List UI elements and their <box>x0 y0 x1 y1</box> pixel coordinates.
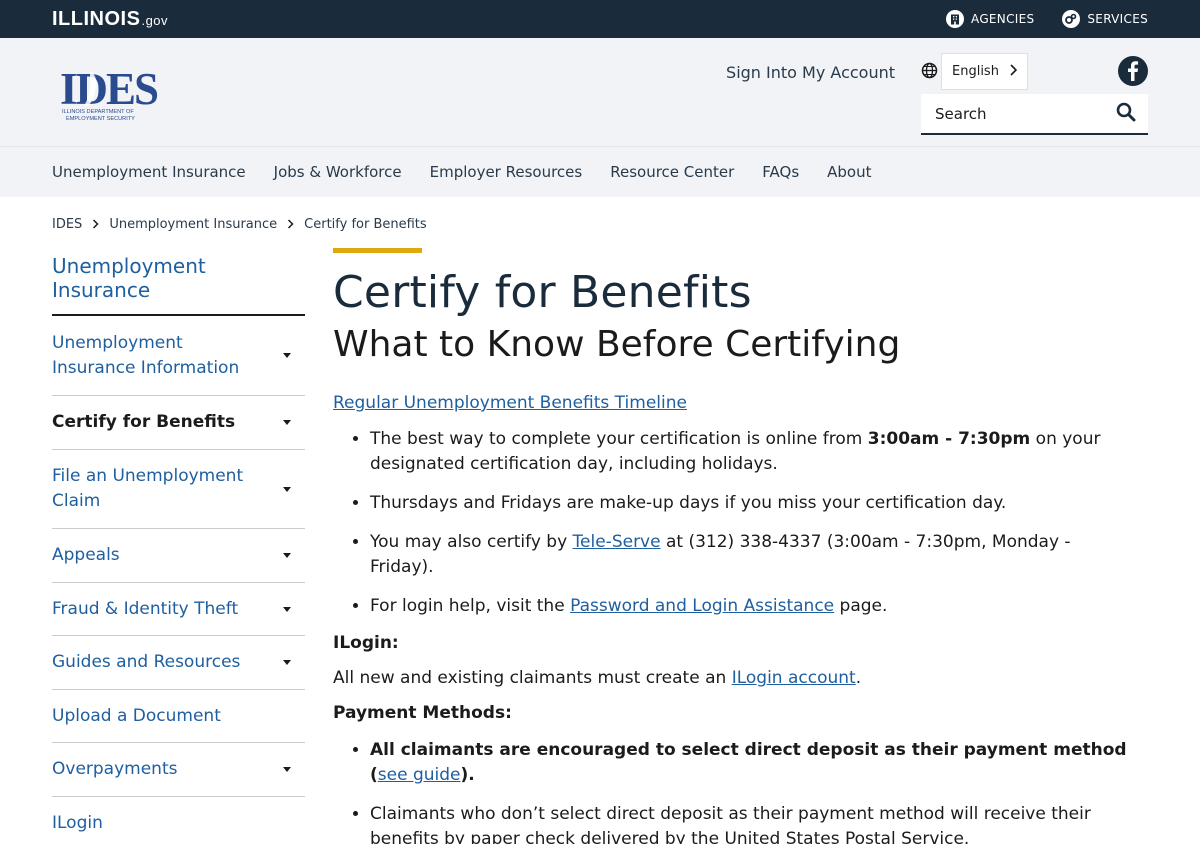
breadcrumb-unemployment-insurance[interactable]: Unemployment Insurance <box>109 217 277 232</box>
page-subtitle: What to Know Before Certifying <box>333 324 901 365</box>
search-icon[interactable] <box>1116 102 1136 126</box>
list-item: Claimants who don’t select direct deposi… <box>370 802 1133 844</box>
breadcrumb-ides[interactable]: IDES <box>52 217 82 232</box>
services-label: SERVICES <box>1087 12 1148 26</box>
bullet-text: The best way to complete your certificat… <box>370 429 868 449</box>
sidebar-item-label: File an Unemployment Claim <box>52 466 244 511</box>
services-link[interactable]: SERVICES <box>1062 10 1148 28</box>
sidebar-item-guides-resources[interactable]: Guides and Resources <box>52 636 305 690</box>
nav-unemployment-insurance[interactable]: Unemployment Insurance <box>52 163 246 181</box>
language-label: English <box>952 64 999 79</box>
paragraph-text: . <box>855 668 862 688</box>
nav-about[interactable]: About <box>827 163 871 181</box>
main-nav: Unemployment Insurance Jobs & Workforce … <box>0 146 1200 197</box>
title-accent-bar <box>333 248 422 253</box>
caret-down-icon[interactable] <box>283 606 291 612</box>
page-title: Certify for Benefits <box>333 267 752 318</box>
search-input[interactable] <box>935 104 1105 123</box>
tele-serve-link[interactable]: Tele-Serve <box>573 532 661 552</box>
sidebar-item-overpayments[interactable]: Overpayments <box>52 743 305 797</box>
site-header: IDES ILLINOIS DEPARTMENT OF EMPLOYMENT S… <box>0 38 1200 146</box>
caret-down-icon[interactable] <box>283 660 291 665</box>
illinois-gov-logo[interactable]: ILLINOIS .gov <box>52 8 168 31</box>
paragraph-text: All new and existing claimants must crea… <box>333 668 732 688</box>
caret-down-icon[interactable] <box>283 486 291 492</box>
sidebar-item-label: Appeals <box>52 545 120 565</box>
chevron-right-icon <box>287 218 294 232</box>
sidebar-item-label: Fraud & Identity Theft <box>52 598 239 619</box>
sidebar-item-label: ILogin <box>52 812 103 833</box>
top-bar: ILLINOIS .gov AGENCIES SERVICES <box>0 0 1200 38</box>
side-nav-title[interactable]: Unemployment Insurance <box>52 254 305 316</box>
sidebar-item-appeals[interactable]: Appeals <box>52 529 305 583</box>
sign-in-link[interactable]: Sign Into My Account <box>726 63 895 82</box>
brand-suffix: .gov <box>141 12 169 28</box>
timeline-link[interactable]: Regular Unemployment Benefits Timeline <box>333 393 687 413</box>
facebook-icon[interactable] <box>1118 56 1148 86</box>
list-item: You may also certify by Tele-Serve at (3… <box>370 530 1133 580</box>
svg-text:EMPLOYMENT SECURITY: EMPLOYMENT SECURITY <box>66 116 135 122</box>
sidebar-item-label: Certify for Benefits <box>52 412 236 432</box>
ilogin-paragraph: All new and existing claimants must crea… <box>333 668 1133 688</box>
search-box <box>921 94 1148 135</box>
sidebar-item-label: Guides and Resources <box>52 652 241 672</box>
caret-down-icon[interactable] <box>283 553 291 558</box>
list-item: Thursdays and Fridays are make-up days i… <box>370 491 1133 516</box>
brand-text: ILLINOIS <box>52 7 141 30</box>
bullet-text: For login help, visit the <box>370 596 571 616</box>
svg-text:ILLINOIS DEPARTMENT OF: ILLINOIS DEPARTMENT OF <box>62 109 134 115</box>
certify-info-list: The best way to complete your certificat… <box>333 427 1133 619</box>
bullet-text: You may also certify by <box>370 532 573 552</box>
bullet-text: All claimants are encouraged to select d… <box>370 740 1127 785</box>
login-assistance-link[interactable]: Password and Login Assistance <box>570 596 834 616</box>
chevron-right-icon <box>1009 63 1018 80</box>
ides-logo[interactable]: IDES ILLINOIS DEPARTMENT OF EMPLOYMENT S… <box>60 64 170 126</box>
payment-methods-list: All claimants are encouraged to select d… <box>333 738 1133 844</box>
caret-down-icon[interactable] <box>283 767 291 772</box>
list-item: The best way to complete your certificat… <box>370 427 1133 477</box>
agencies-link[interactable]: AGENCIES <box>946 10 1034 28</box>
bullet-bold-text: 3:00am - 7:30pm <box>867 429 1031 449</box>
sidebar-item-fraud-identity-theft[interactable]: Fraud & Identity Theft <box>52 583 305 636</box>
sidebar-item-label: Overpayments <box>52 759 178 779</box>
sidebar-item-label: Upload a Document <box>52 705 221 726</box>
sidebar-item-ilogin[interactable]: ILogin <box>52 797 305 844</box>
building-icon <box>946 10 965 28</box>
nav-employer-resources[interactable]: Employer Resources <box>430 163 583 181</box>
bullet-text: page. <box>834 596 888 616</box>
ilogin-heading: ILogin: <box>333 633 399 653</box>
ilogin-account-link[interactable]: ILogin account <box>732 668 856 688</box>
sidebar-item-label: Unemployment Insurance Information <box>52 332 240 378</box>
gears-icon <box>1062 10 1081 28</box>
nav-jobs-workforce[interactable]: Jobs & Workforce <box>274 163 402 181</box>
breadcrumb-current: Certify for Benefits <box>304 217 427 232</box>
svg-text:IDES: IDES <box>60 66 158 114</box>
nav-faqs[interactable]: FAQs <box>762 163 799 181</box>
globe-icon <box>921 62 938 79</box>
list-item: For login help, visit the Password and L… <box>370 594 1133 619</box>
sidebar-item-certify-for-benefits[interactable]: Certify for Benefits <box>52 396 305 450</box>
agencies-label: AGENCIES <box>971 12 1035 26</box>
caret-down-icon[interactable] <box>283 353 291 358</box>
sidebar-item-ui-information[interactable]: Unemployment Insurance Information <box>52 316 305 396</box>
list-item: All claimants are encouraged to select d… <box>370 738 1133 788</box>
chevron-right-icon <box>92 218 99 232</box>
see-guide-link[interactable]: see guide <box>378 765 461 785</box>
caret-down-icon[interactable] <box>283 420 291 425</box>
payment-methods-heading: Payment Methods: <box>333 703 512 723</box>
side-nav: Unemployment Insurance Unemployment Insu… <box>52 254 305 844</box>
breadcrumb: IDES Unemployment Insurance Certify for … <box>0 197 1200 242</box>
language-selector[interactable]: English <box>941 53 1028 90</box>
nav-resource-center[interactable]: Resource Center <box>610 163 734 181</box>
bullet-text: ). <box>460 765 475 785</box>
sidebar-item-file-claim[interactable]: File an Unemployment Claim <box>52 450 305 529</box>
main-content: Certify for Benefits What to Know Before… <box>333 242 1133 844</box>
sidebar-item-upload-document[interactable]: Upload a Document <box>52 690 305 743</box>
